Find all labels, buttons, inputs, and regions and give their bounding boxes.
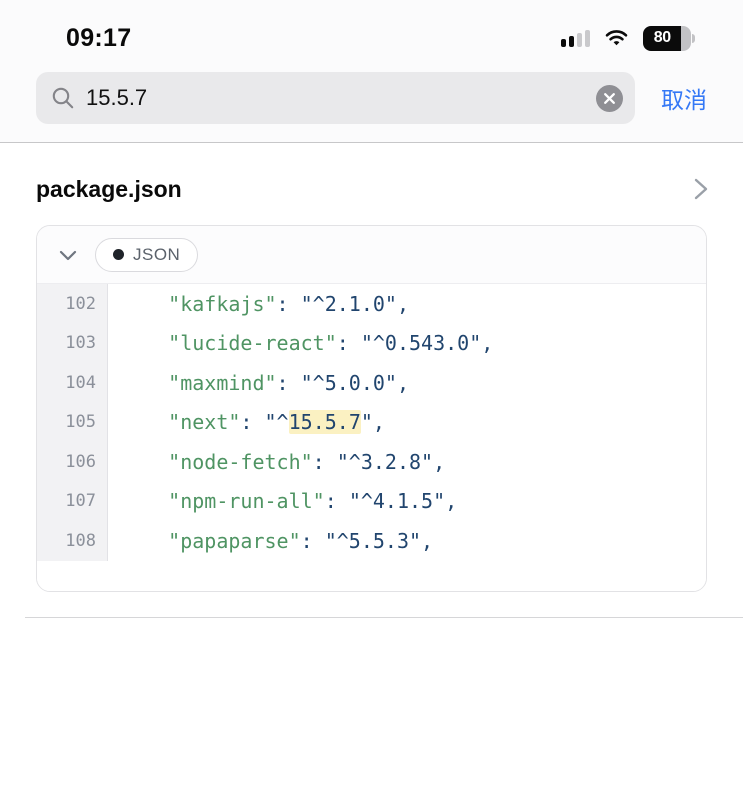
line-number: 102: [37, 284, 108, 324]
code-content: "kafkajs": "^2.1.0",: [108, 284, 409, 324]
line-number: 106: [37, 442, 108, 482]
line-number: 103: [37, 324, 108, 364]
status-bar: 09:17 80: [0, 0, 743, 62]
code-line: 104 "maxmind": "^5.0.0",: [37, 363, 706, 403]
json-key: "npm-run-all": [168, 489, 325, 513]
code-line: 108 "papaparse": "^5.5.3",: [37, 521, 706, 561]
search-row: 取消: [0, 62, 743, 128]
search-header: 09:17 80: [0, 0, 743, 143]
code-content: "npm-run-all": "^4.1.5",: [108, 482, 457, 522]
code-content: "lucide-react": "^0.543.0",: [108, 324, 493, 364]
language-label: JSON: [133, 245, 180, 265]
code-card: JSON 102 "kafkajs": "^2.1.0",103 "lucide…: [36, 225, 707, 592]
json-value: "^3.2.8": [337, 450, 433, 474]
search-icon: [50, 85, 76, 111]
chevron-right-icon: [693, 175, 709, 203]
line-number: 104: [37, 363, 108, 403]
collapse-chevron-icon[interactable]: [57, 244, 79, 266]
json-value: "^4.1.5": [349, 489, 445, 513]
search-input[interactable]: [86, 85, 586, 111]
json-key: "next": [168, 410, 240, 434]
status-icons: 80: [561, 26, 695, 51]
section-divider: [25, 617, 743, 618]
cellular-signal-icon: [561, 29, 590, 47]
json-key: "maxmind": [168, 371, 276, 395]
line-number: 107: [37, 482, 108, 522]
file-result-row[interactable]: package.json: [0, 143, 743, 225]
file-name: package.json: [36, 176, 182, 203]
code-line: 102 "kafkajs": "^2.1.0",: [37, 284, 706, 324]
line-number: 105: [37, 403, 108, 443]
screen: 09:17 80: [0, 0, 743, 800]
json-value: "^: [265, 410, 289, 434]
json-value: ": [361, 410, 373, 434]
search-field[interactable]: [36, 72, 635, 124]
code-line: 103 "lucide-react": "^0.543.0",: [37, 324, 706, 364]
code-content: "papaparse": "^5.5.3",: [108, 521, 433, 561]
language-badge[interactable]: JSON: [95, 238, 198, 272]
json-value: "^5.5.3": [325, 529, 421, 553]
code-card-footer: [37, 561, 706, 591]
code-line: 107 "npm-run-all": "^4.1.5",: [37, 482, 706, 522]
code-content: "node-fetch": "^3.2.8",: [108, 442, 445, 482]
search-match-highlight: 15.5.7: [289, 410, 361, 434]
code-content: "maxmind": "^5.0.0",: [108, 363, 409, 403]
clear-search-button[interactable]: [596, 85, 623, 112]
line-number: 108: [37, 521, 108, 561]
code-lines: 102 "kafkajs": "^2.1.0",103 "lucide-reac…: [37, 284, 706, 561]
json-value: "^0.543.0": [361, 331, 481, 355]
json-key: "kafkajs": [168, 292, 276, 316]
code-line: 106 "node-fetch": "^3.2.8",: [37, 442, 706, 482]
code-line: 105 "next": "^15.5.7",: [37, 403, 706, 443]
code-content: "next": "^15.5.7",: [108, 403, 385, 443]
json-value: "^5.0.0": [301, 371, 397, 395]
json-key: "papaparse": [168, 529, 300, 553]
clock: 09:17: [66, 24, 131, 53]
battery-icon: 80: [643, 26, 695, 51]
wifi-icon: [603, 28, 630, 48]
cancel-button[interactable]: 取消: [655, 81, 713, 115]
language-dot-icon: [113, 249, 124, 260]
json-key: "node-fetch": [168, 450, 313, 474]
json-key: "lucide-react": [168, 331, 337, 355]
json-value: "^2.1.0": [301, 292, 397, 316]
code-card-header: JSON: [37, 226, 706, 284]
battery-percent: 80: [643, 26, 681, 51]
